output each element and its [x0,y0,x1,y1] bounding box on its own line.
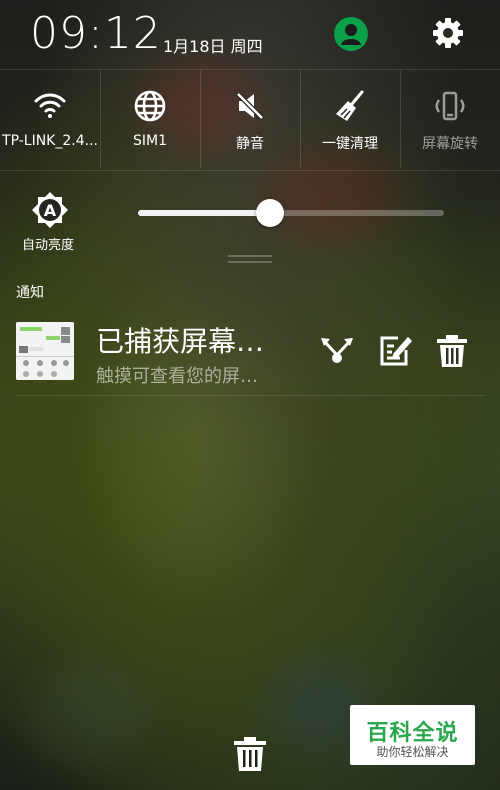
user-avatar-icon[interactable] [334,17,368,51]
mute-icon [232,88,268,124]
drag-handle[interactable] [228,261,272,263]
clock-time: 09:12 [30,8,162,59]
clock-date: 1月18日 周四 [163,37,263,56]
wifi-icon [32,88,68,124]
tile-rotate-label: 屏幕旋转 [422,136,478,152]
auto-brightness-icon: A [30,190,70,230]
broom-icon [332,88,368,124]
drag-handle[interactable] [228,255,272,257]
wallpaper-blur [30,660,150,760]
notification-subtitle: 触摸可查看您的屏… [96,366,258,387]
status-bar: 09:12 1月18日 周四 [0,0,500,68]
tile-clean[interactable]: 一键清理 [300,70,400,168]
svg-text:A: A [44,201,57,220]
edit-icon[interactable] [376,332,414,370]
tile-wifi-label: TP-LINK_2.4... [2,133,98,149]
auto-brightness-toggle[interactable]: A 自动亮度 [20,190,80,253]
delete-icon[interactable] [433,332,471,370]
divider [16,395,484,396]
tile-sim[interactable]: SIM1 [100,70,200,168]
gear-icon[interactable] [430,15,466,51]
tile-wifi[interactable]: TP-LINK_2.4... [0,70,100,168]
tile-mute-label: 静音 [236,136,264,152]
screenshot-thumbnail [16,322,74,380]
watermark-subtitle: 助你轻松解决 [376,745,449,759]
share-icon[interactable] [318,332,356,370]
notification-title: 已捕获屏幕… [96,325,265,358]
tile-clean-label: 一键清理 [322,136,378,152]
brightness-slider-thumb[interactable] [255,199,284,227]
tile-sim-label: SIM1 [132,133,167,149]
rotate-screen-icon [432,88,468,124]
brightness-slider[interactable] [138,199,444,227]
notifications-header: 通知 [16,285,44,301]
clear-all-trash-icon[interactable] [230,734,270,774]
globe-icon [132,88,168,124]
tile-mute[interactable]: 静音 [200,70,300,168]
brightness-slider-fill [138,210,270,216]
notification-item[interactable]: 已捕获屏幕… 触摸可查看您的屏… [0,318,500,396]
watermark-logo: 百科全说 助你轻松解决 [350,705,475,765]
divider [0,170,500,171]
auto-brightness-label: 自动亮度 [21,238,74,253]
tile-rotate[interactable]: 屏幕旋转 [400,70,500,168]
